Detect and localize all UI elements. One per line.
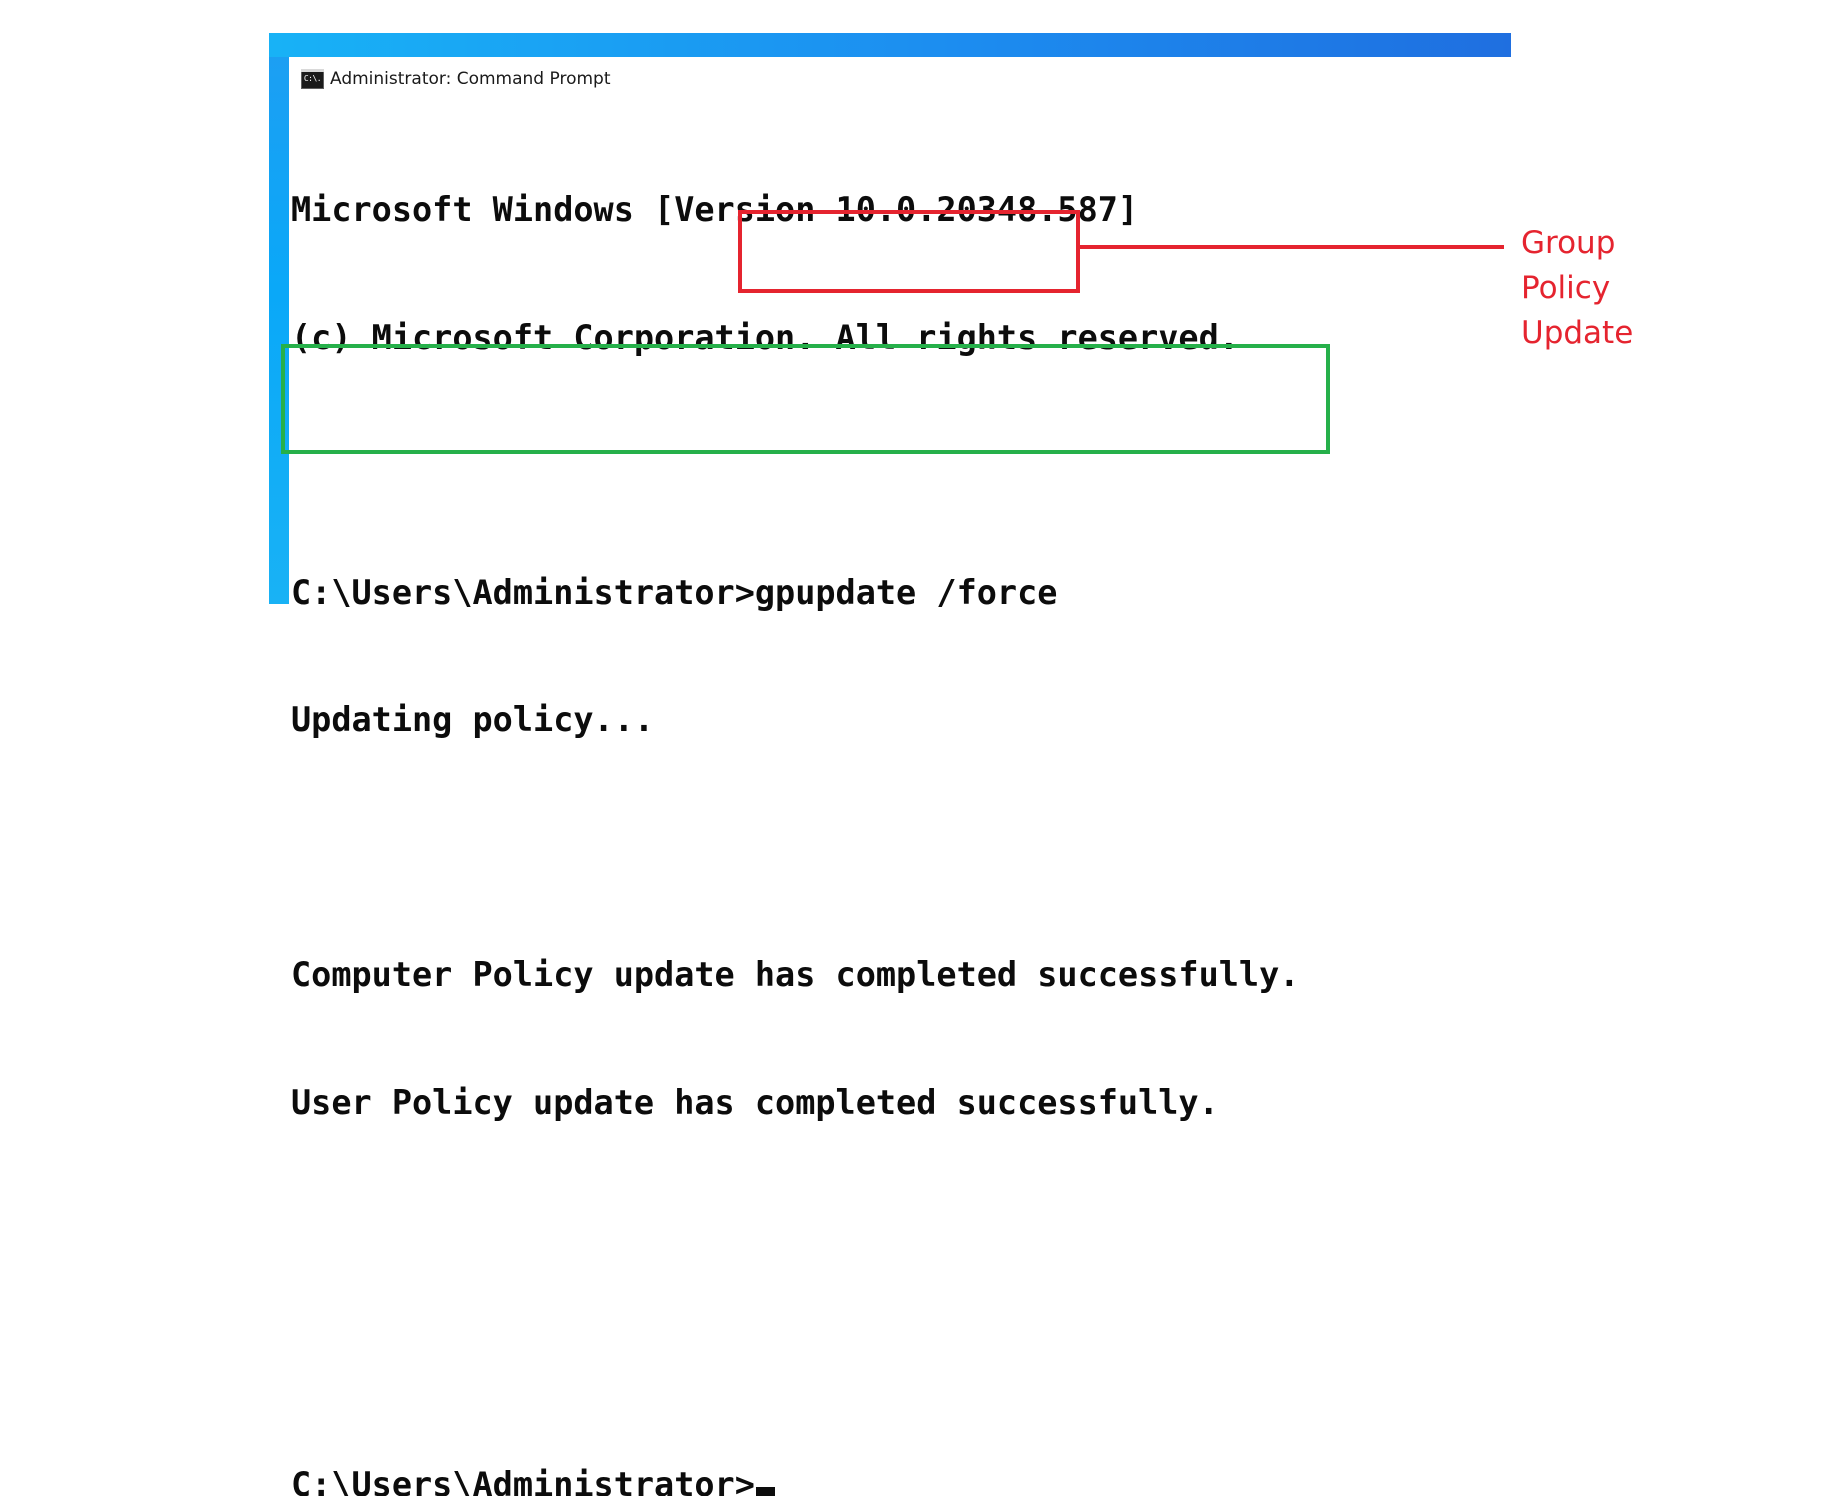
- annotation-line: Policy: [1521, 270, 1611, 306]
- terminal-line: User Policy update has completed success…: [291, 1082, 1219, 1122]
- result-highlight-box: [281, 344, 1330, 454]
- annotation-line: Group: [1521, 225, 1616, 261]
- window-title: Administrator: Command Prompt: [330, 69, 611, 89]
- prompt-text: C:\Users\Administrator>: [291, 1465, 755, 1496]
- text-cursor: [755, 1487, 775, 1496]
- command-prompt-icon[interactable]: C:\.: [301, 69, 324, 89]
- annotation-connector-line: [1080, 245, 1504, 249]
- title-bar[interactable]: C:\. Administrator: Command Prompt: [289, 57, 1511, 103]
- annotation-line: Update: [1521, 315, 1634, 351]
- command-line: C:\Users\Administrator>gpupdate /force: [291, 572, 1058, 612]
- command-highlight-box: [738, 210, 1080, 293]
- terminal-line: Updating policy...: [291, 700, 655, 739]
- annotation-label: Group Policy Update: [1521, 221, 1633, 356]
- terminal-output[interactable]: Microsoft Windows [Version 10.0.20348.58…: [291, 104, 1299, 1496]
- prompt-line[interactable]: C:\Users\Administrator>: [291, 1464, 1299, 1496]
- terminal-line: Computer Policy update has completed suc…: [291, 955, 1300, 994]
